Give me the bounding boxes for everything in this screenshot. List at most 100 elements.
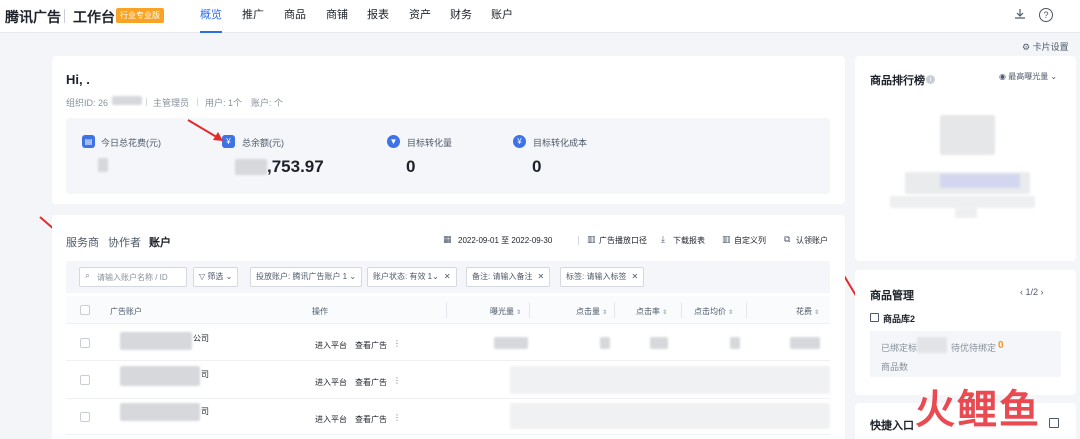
- nav-assets[interactable]: 资产: [409, 0, 431, 33]
- more-icon[interactable]: ⋮: [393, 376, 401, 385]
- column-header-clicks[interactable]: 点击量 ⇕: [576, 306, 607, 317]
- column-header-ctr[interactable]: 点击率 ⇕: [636, 306, 667, 317]
- download-icon[interactable]: [1013, 8, 1027, 22]
- nav-products[interactable]: 商品: [284, 0, 306, 33]
- total-balance-value: ,753.97: [267, 157, 324, 176]
- claim-account-button[interactable]: 认领账户: [796, 235, 828, 246]
- product-management-title: 商品管理: [870, 290, 914, 302]
- nav-stores[interactable]: 商铺: [326, 0, 348, 33]
- column-divider: [681, 302, 682, 318]
- column-header-label: 花费: [796, 307, 812, 316]
- date-range-picker[interactable]: 2022-09-01 至 2022-09-30: [458, 235, 552, 246]
- view-ads-link[interactable]: 查看广告: [355, 340, 387, 351]
- card-settings-button[interactable]: ⚙ 卡片设置: [1022, 40, 1069, 53]
- help-icon[interactable]: ?: [1039, 8, 1053, 22]
- nav-overview[interactable]: 概览: [200, 0, 222, 33]
- enter-platform-link[interactable]: 进入平台: [315, 414, 347, 425]
- redacted-today-spend: [98, 158, 108, 172]
- tab-account[interactable]: 账户: [149, 234, 171, 250]
- chevron-down-icon: ⌄: [432, 272, 439, 281]
- watermark-logo: 火鲤鱼: [915, 387, 1041, 433]
- column-header-impressions[interactable]: 曝光量 ⇕: [490, 306, 521, 317]
- ranking-sort-select[interactable]: ◉ 最高曝光量 ⌄: [999, 71, 1057, 82]
- redacted-metric: [790, 337, 820, 349]
- account-count: 账户: 个: [251, 98, 284, 108]
- meta-divider: [146, 98, 147, 106]
- nav-active-indicator: [200, 31, 222, 33]
- download-report-button[interactable]: 下载报表: [673, 235, 705, 246]
- search-icon: ⌕: [85, 270, 91, 280]
- redacted-account-name: [120, 366, 200, 386]
- user-count: 用户: 1个: [205, 98, 243, 108]
- account-name[interactable]: 公司: [193, 333, 209, 344]
- chevron-right-icon[interactable]: ›: [1038, 287, 1044, 297]
- shortcuts-title: 快捷入口: [870, 420, 914, 432]
- column-divider: [446, 302, 447, 318]
- pending-label: 待优待绑定: [951, 343, 997, 353]
- view-ads-link[interactable]: 查看广告: [355, 414, 387, 425]
- nav-finance[interactable]: 财务: [450, 0, 472, 33]
- enter-platform-link[interactable]: 进入平台: [315, 340, 347, 351]
- target-conversion-cost-value: 0: [532, 157, 542, 176]
- filter-chip-label: 备注: 请输入备注: [472, 272, 533, 281]
- account-name[interactable]: 司: [201, 369, 209, 380]
- redacted-product-info: [890, 196, 1035, 208]
- nav-promotion[interactable]: 推广: [242, 0, 264, 33]
- sort-icon: ⇕: [662, 310, 668, 316]
- tab-service-provider[interactable]: 服务商: [66, 234, 99, 250]
- org-id: 组织ID: 26: [66, 98, 109, 108]
- view-ads-link[interactable]: 查看广告: [355, 377, 387, 388]
- info-icon[interactable]: i: [926, 75, 935, 84]
- card-settings-label: 卡片设置: [1032, 42, 1069, 52]
- pager-label: 1/2: [1025, 287, 1039, 297]
- sort-icon: ⇕: [516, 310, 522, 316]
- more-icon[interactable]: ⋮: [393, 413, 401, 422]
- select-all-checkbox[interactable]: [80, 305, 90, 315]
- filter-label: 筛选: [207, 272, 224, 281]
- enter-platform-link[interactable]: 进入平台: [315, 377, 347, 388]
- chart-icon: ▥: [587, 234, 596, 244]
- nav-accounts[interactable]: 账户: [491, 0, 513, 33]
- row-checkbox[interactable]: [80, 412, 90, 422]
- filter-chip-tag[interactable]: 标签: 请输入标签 ✕: [560, 267, 645, 287]
- sort-icon: ⇕: [602, 310, 608, 316]
- target-conversion-value: 0: [406, 157, 416, 176]
- redacted-account-name: [120, 332, 192, 350]
- chevron-down-icon: ⌄: [223, 272, 233, 281]
- more-icon[interactable]: ⋮: [393, 339, 401, 348]
- redacted-metrics: [510, 366, 830, 394]
- filter-button[interactable]: ▽ 筛选 ⌄: [193, 267, 239, 287]
- sort-icon: ⇕: [728, 310, 734, 316]
- chevron-down-icon: ⌄: [347, 272, 357, 281]
- edit-icon[interactable]: [1049, 418, 1059, 428]
- customize-columns-button[interactable]: 自定义列: [734, 235, 766, 246]
- nav-reports[interactable]: 报表: [367, 0, 389, 33]
- filter-chip-remark[interactable]: 备注: 请输入备注 ✕: [466, 267, 551, 287]
- funnel-icon: ▼: [387, 135, 400, 148]
- link-icon: ⧉: [784, 234, 791, 244]
- ad-caliber-button[interactable]: 广告播放口径: [599, 235, 647, 246]
- brand-logo[interactable]: 腾讯广告: [5, 7, 61, 27]
- account-search-input[interactable]: [97, 269, 185, 285]
- tab-collaborator[interactable]: 协作者: [108, 234, 141, 250]
- close-icon[interactable]: ✕: [444, 272, 451, 281]
- column-header-account: 广告账户: [110, 307, 142, 316]
- redacted-product-info: [955, 208, 977, 218]
- product-count-label: 商品数: [881, 362, 909, 372]
- column-header-cpc[interactable]: 点击均价 ⇕: [694, 306, 733, 317]
- row-checkbox[interactable]: [80, 375, 90, 385]
- filter-chip-status[interactable]: 账户状态: 有效 1⌄ ✕: [367, 267, 457, 287]
- product-library-name[interactable]: 商品库2: [883, 312, 915, 325]
- wallet-icon: ▤: [82, 135, 95, 148]
- column-divider: [614, 302, 615, 318]
- filter-chip-ad-account[interactable]: 投放账户: 腾讯广告账户 1 ⌄: [250, 267, 363, 287]
- product-library-pager[interactable]: ‹ 1/2 ›: [1020, 287, 1044, 297]
- settings-icon: ⚙: [1022, 42, 1033, 52]
- redacted-product-image: [940, 115, 995, 155]
- redacted-org-id: [112, 96, 142, 105]
- column-header-spend[interactable]: 花费 ⇕: [796, 306, 819, 317]
- account-name[interactable]: 司: [201, 406, 209, 417]
- close-icon[interactable]: ✕: [537, 272, 544, 281]
- row-checkbox[interactable]: [80, 338, 90, 348]
- close-icon[interactable]: ✕: [631, 272, 638, 281]
